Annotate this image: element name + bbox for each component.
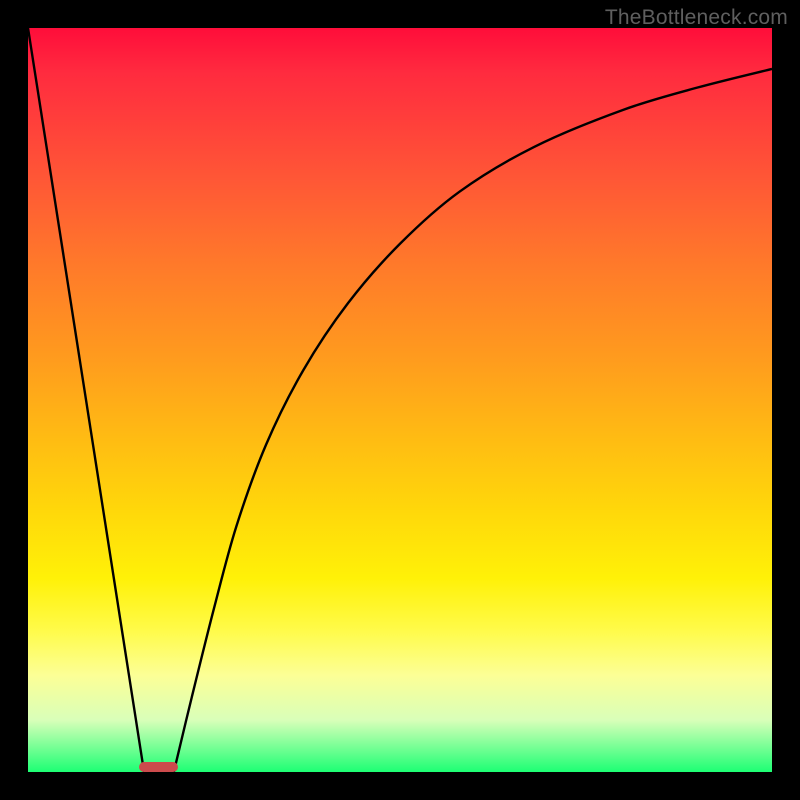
chart-frame: TheBottleneck.com: [0, 0, 800, 800]
watermark-text: TheBottleneck.com: [605, 6, 788, 30]
baseline-marker: [139, 762, 178, 772]
chart-svg: [28, 28, 772, 772]
curve-right-branch: [174, 69, 772, 772]
curve-left-branch: [28, 28, 144, 772]
